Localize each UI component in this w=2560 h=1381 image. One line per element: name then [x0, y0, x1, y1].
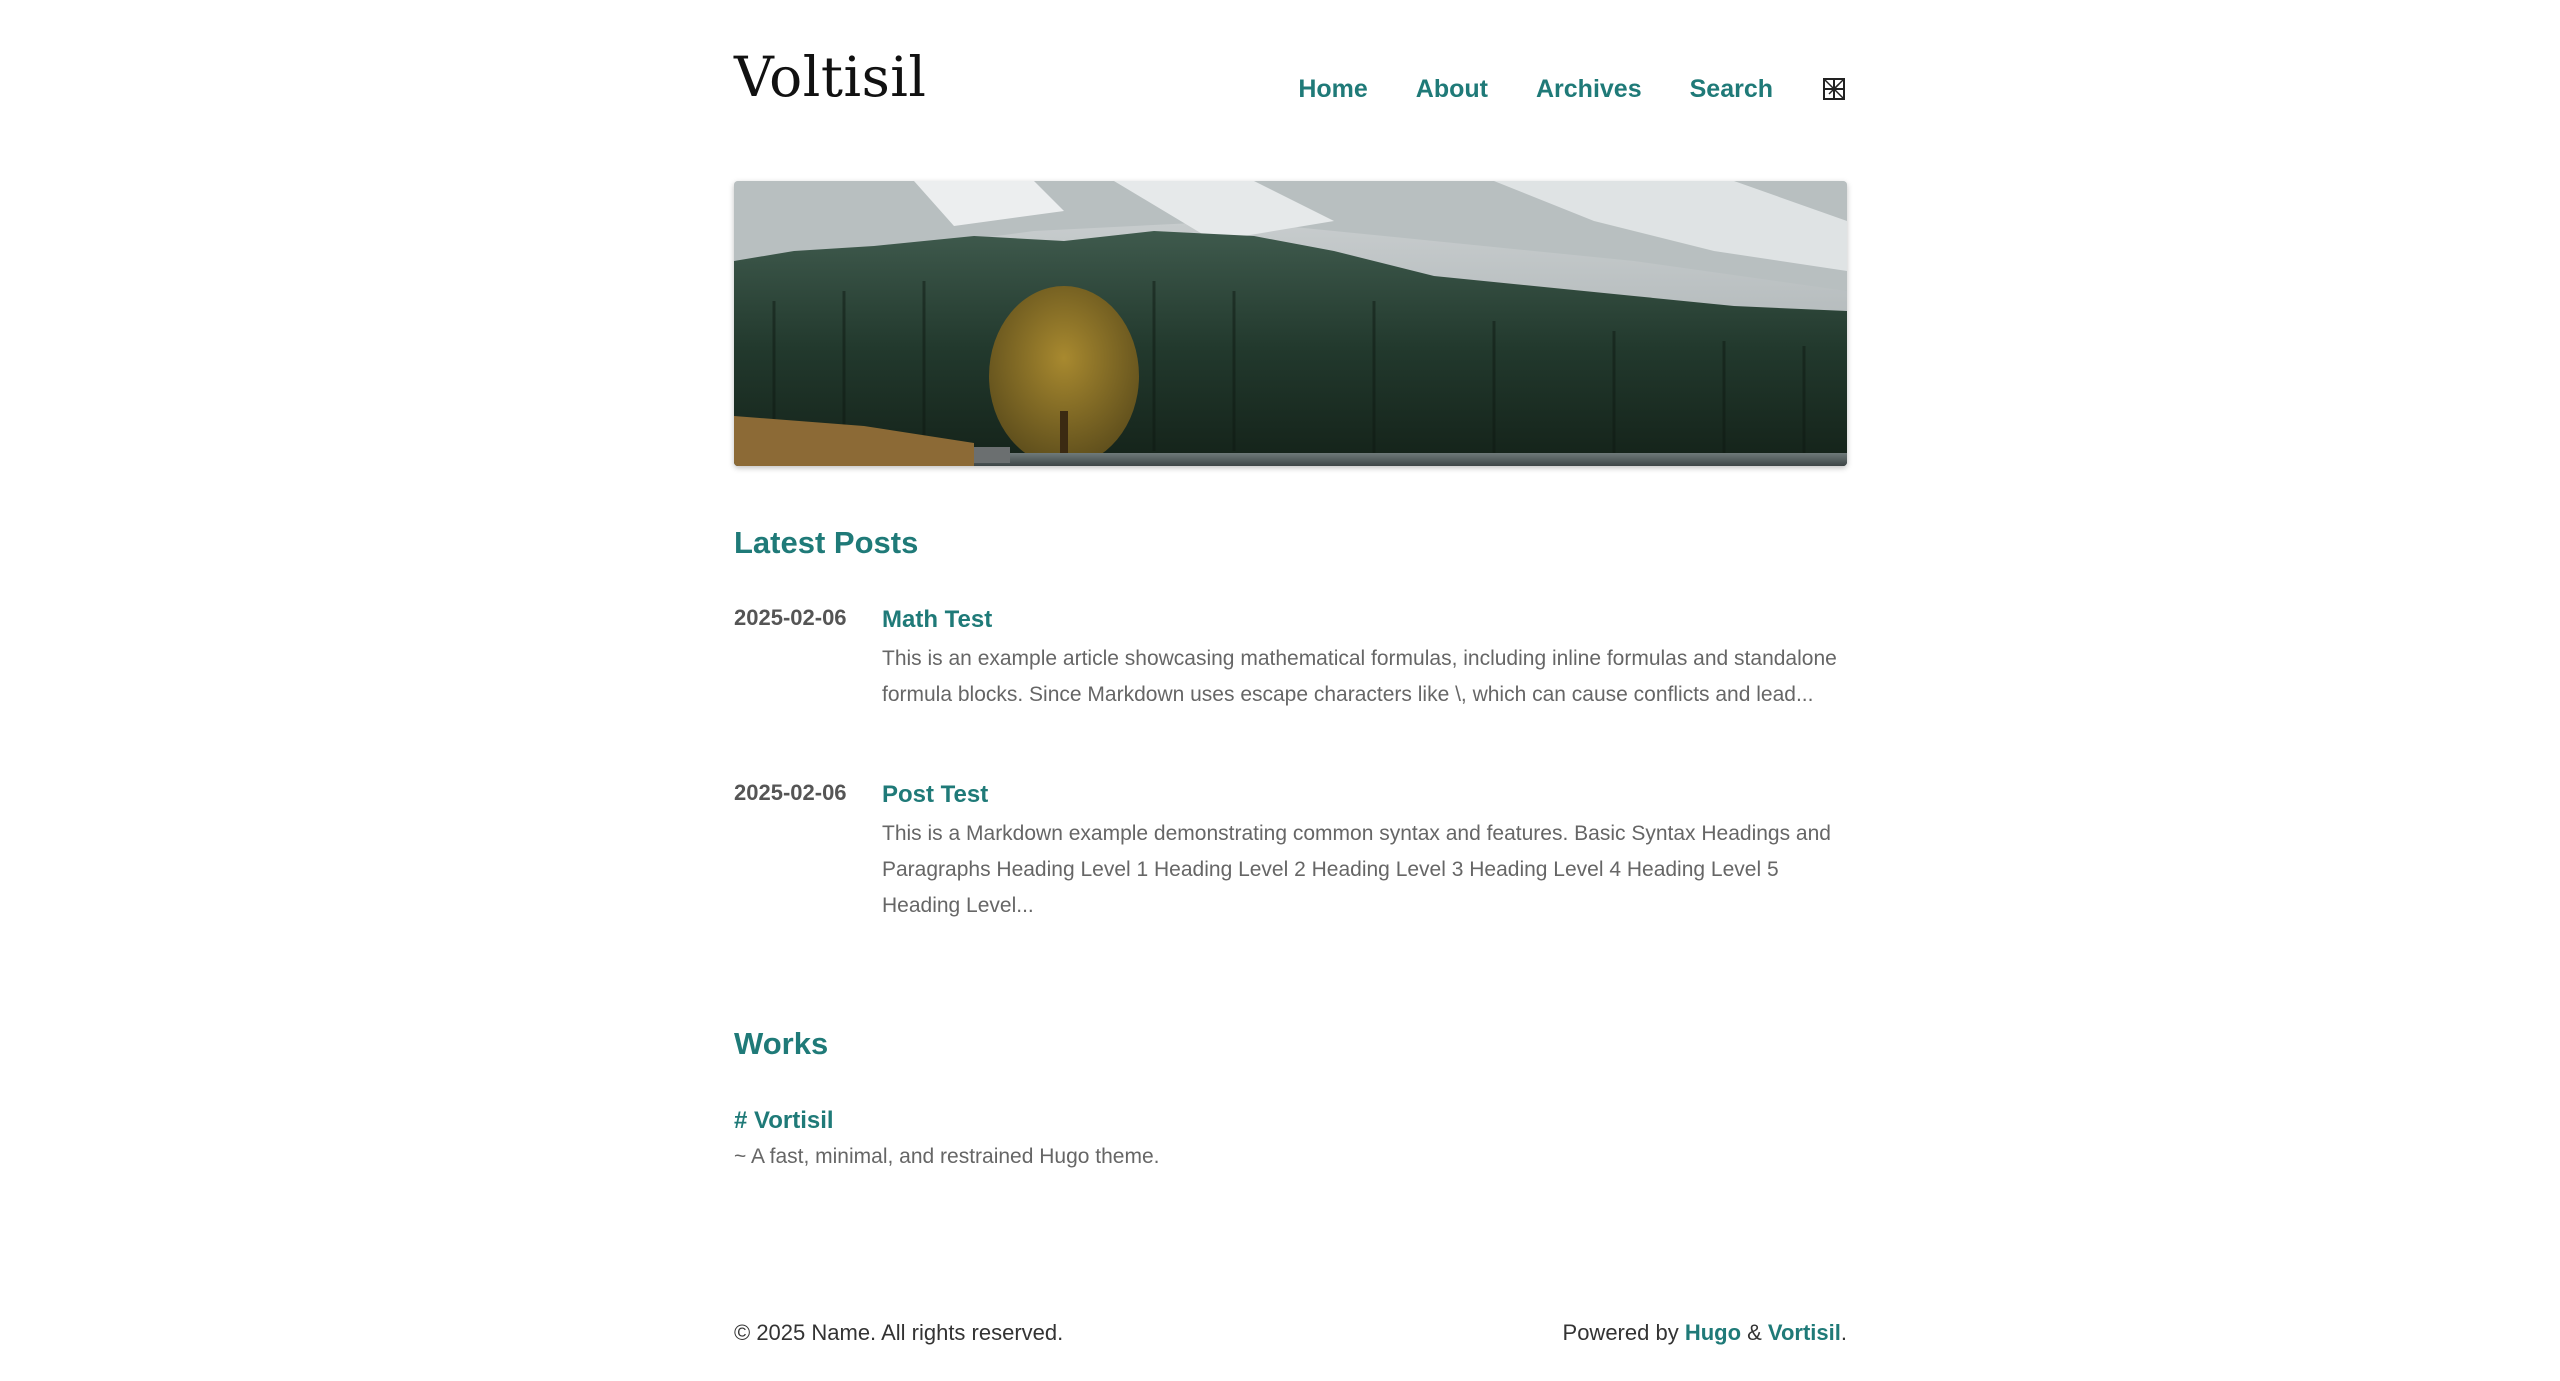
vortisil-link[interactable]: Vortisil: [1768, 1320, 1841, 1345]
post-body: Math Test This is an example article sho…: [882, 605, 1847, 713]
nav-archives[interactable]: Archives: [1536, 74, 1642, 104]
latest-posts-heading: Latest Posts: [734, 525, 919, 560]
post-summary: This is a Markdown example demonstrating…: [882, 822, 1831, 917]
post-date: 2025-02-06: [734, 780, 847, 805]
powered-by: Powered by Hugo & Vortisil.: [1563, 1320, 1847, 1346]
site-title[interactable]: Voltisil: [734, 50, 926, 105]
nav-home[interactable]: Home: [1298, 74, 1367, 104]
work-title-link[interactable]: # Vortisil: [734, 1106, 1159, 1136]
main-nav: Home About Archives Search: [1250, 74, 1847, 104]
copyright-text: © 2025 Name. All rights reserved.: [734, 1320, 1064, 1345]
works-heading: Works: [734, 1026, 829, 1061]
nav-about[interactable]: About: [1416, 74, 1488, 104]
post-title-link[interactable]: Math Test: [882, 605, 1847, 635]
hugo-link[interactable]: Hugo: [1685, 1320, 1741, 1345]
post-title-link[interactable]: Post Test: [882, 780, 1847, 810]
ampersand: &: [1741, 1320, 1768, 1345]
powered-prefix: Powered by: [1562, 1320, 1685, 1345]
post-date: 2025-02-06: [734, 605, 847, 630]
work-item: # Vortisil ~ A fast, minimal, and restra…: [734, 1106, 1159, 1172]
period: .: [1840, 1320, 1847, 1345]
post-summary: This is an example article showcasing ma…: [882, 647, 1837, 706]
theme-toggle-icon[interactable]: [1821, 76, 1847, 102]
work-description: ~ A fast, minimal, and restrained Hugo t…: [734, 1145, 1160, 1168]
site-header: Voltisil Home About Archives Search: [734, 44, 1847, 134]
banner-image: [734, 181, 1847, 466]
nav-search[interactable]: Search: [1690, 74, 1773, 104]
post-body: Post Test This is a Markdown example dem…: [882, 780, 1847, 924]
